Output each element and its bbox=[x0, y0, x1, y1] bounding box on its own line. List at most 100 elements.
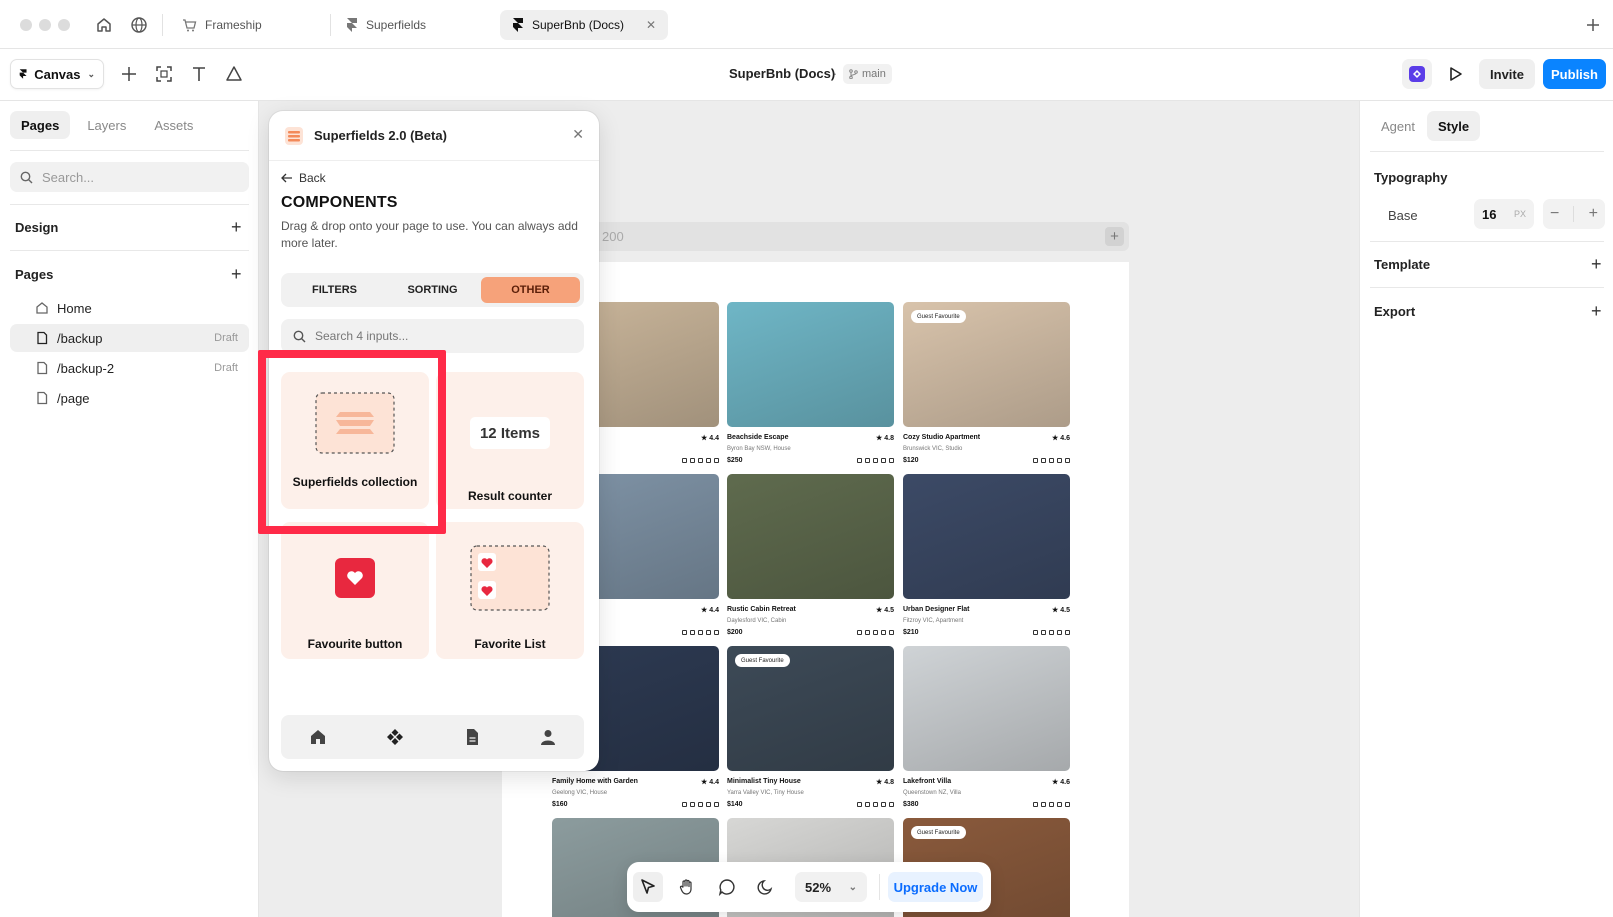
tab-style[interactable]: Style bbox=[1427, 111, 1481, 141]
close-icon[interactable]: ✕ bbox=[572, 126, 584, 143]
window-zoom-dot[interactable] bbox=[58, 19, 70, 31]
components-search-input[interactable]: Search 4 inputs... bbox=[281, 319, 584, 353]
tab-assets[interactable]: Assets bbox=[143, 111, 204, 139]
page-item-backup-2[interactable]: /backup-2 Draft bbox=[10, 354, 249, 382]
plus-icon[interactable]: + bbox=[1589, 205, 1598, 223]
components-heading: COMPONENTS bbox=[281, 194, 398, 211]
tab-superfields[interactable]: Superfields bbox=[334, 10, 438, 40]
amenity-icon bbox=[698, 458, 703, 463]
framer-logo-icon bbox=[347, 18, 357, 32]
amenity-icon bbox=[865, 802, 870, 807]
listing-card[interactable]: Guest Favourite Cozy Studio Apartment ★ 4.… bbox=[903, 302, 1070, 465]
listing-card[interactable]: Lakefront Villa ★ 4.6 Queenstown NZ, Villa… bbox=[903, 646, 1070, 809]
invite-button[interactable]: Invite bbox=[1479, 59, 1535, 89]
right-panel: Agent Style Typography Base 16 PX − + Te… bbox=[1359, 101, 1613, 917]
listing-name: Urban Designer Flat bbox=[903, 606, 970, 613]
amenity-icon bbox=[1065, 630, 1070, 635]
amenity-icons bbox=[857, 458, 894, 463]
add-export-plus-icon[interactable]: + bbox=[1591, 302, 1602, 320]
plugin-app-icon[interactable] bbox=[1402, 59, 1432, 89]
new-tab-plus-icon[interactable] bbox=[1582, 14, 1604, 36]
typography-section-title: Typography bbox=[1374, 170, 1448, 185]
amenity-icons bbox=[857, 630, 894, 635]
amenity-icon bbox=[690, 802, 695, 807]
tab-frameship[interactable]: Frameship bbox=[170, 10, 274, 40]
add-template-plus-icon[interactable]: + bbox=[1591, 255, 1602, 273]
favorite-list-icon bbox=[470, 545, 550, 611]
page-item-page[interactable]: /page bbox=[10, 384, 249, 412]
branch-badge[interactable]: main bbox=[843, 64, 892, 84]
user-icon[interactable] bbox=[539, 728, 557, 746]
tab-superbnb-docs[interactable]: SuperBnb (Docs) ✕ bbox=[500, 10, 669, 40]
frame-tool-icon[interactable] bbox=[153, 63, 175, 85]
add-page-plus-icon[interactable]: + bbox=[231, 265, 242, 283]
amenity-icon bbox=[1057, 458, 1062, 463]
components-icon[interactable] bbox=[386, 728, 404, 746]
page-item-backup[interactable]: /backup Draft bbox=[10, 324, 249, 352]
select-cursor-icon[interactable] bbox=[633, 872, 663, 902]
globe-icon[interactable] bbox=[128, 14, 150, 36]
listing-card[interactable]: Beachside Escape ★ 4.8 Byron Bay NSW, Hous… bbox=[727, 302, 894, 465]
listing-location: Yarra Valley VIC, Tiny House bbox=[727, 790, 804, 796]
tab-label: Superfields bbox=[366, 18, 427, 32]
zoom-select[interactable]: 52% ⌄ bbox=[795, 872, 867, 902]
canvas-menu-button[interactable]: Canvas ⌄ bbox=[10, 59, 104, 89]
component-favourite-button[interactable]: Favourite button bbox=[281, 522, 429, 659]
divider bbox=[1370, 241, 1604, 242]
browser-tab-bar: Frameship Superfields SuperBnb (Docs) ✕ bbox=[0, 0, 1613, 49]
pages-section-title[interactable]: Pages bbox=[15, 267, 53, 282]
listing-rating: ★ 4.5 bbox=[876, 607, 894, 614]
listing-meta: Cozy Studio Apartment ★ 4.6 Brunswick VIC,… bbox=[903, 427, 1070, 465]
components-description: Drag & drop onto your page to use. You c… bbox=[281, 219, 578, 250]
listing-price: $140 bbox=[727, 801, 743, 808]
preview-play-icon[interactable] bbox=[1440, 59, 1470, 89]
amenity-icon bbox=[1065, 458, 1070, 463]
home-icon[interactable] bbox=[309, 728, 327, 746]
hand-pan-icon[interactable] bbox=[676, 876, 698, 898]
amenity-icon bbox=[1033, 458, 1038, 463]
listing-photo: Guest Favourite bbox=[903, 302, 1070, 427]
tab-agent[interactable]: Agent bbox=[1370, 111, 1426, 141]
breakpoint-label: 200 bbox=[602, 229, 624, 244]
component-favorite-list[interactable]: Favorite List bbox=[436, 522, 584, 659]
insert-plus-icon[interactable] bbox=[118, 63, 140, 85]
template-section-title[interactable]: Template bbox=[1374, 257, 1430, 272]
upgrade-now-button[interactable]: Upgrade Now bbox=[888, 872, 983, 902]
page-label: Home bbox=[57, 300, 92, 316]
add-breakpoint-plus-icon[interactable]: + bbox=[1105, 227, 1124, 246]
listing-card[interactable]: Urban Designer Flat ★ 4.5 Fitzroy VIC, Apa… bbox=[903, 474, 1070, 637]
window-minimize-dot[interactable] bbox=[39, 19, 51, 31]
export-section-title[interactable]: Export bbox=[1374, 304, 1415, 319]
pages-search-input[interactable]: Search... bbox=[10, 162, 249, 192]
left-panel: Pages Layers Assets Search... Design + P… bbox=[0, 101, 259, 917]
base-size-stepper[interactable]: − + bbox=[1543, 199, 1605, 229]
document-title[interactable]: SuperBnb (Docs) bbox=[729, 66, 835, 81]
back-button[interactable]: Back bbox=[281, 171, 326, 185]
component-result-counter[interactable]: 12 Items Result counter bbox=[436, 372, 584, 509]
amenity-icon bbox=[873, 630, 878, 635]
comment-icon[interactable] bbox=[716, 876, 738, 898]
tab-close-icon[interactable]: ✕ bbox=[646, 18, 656, 32]
segment-sorting[interactable]: SORTING bbox=[383, 277, 482, 303]
listing-card[interactable]: Rustic Cabin Retreat ★ 4.5 Daylesford VIC,… bbox=[727, 474, 894, 637]
minus-icon[interactable]: − bbox=[1550, 205, 1559, 223]
base-size-input[interactable]: 16 PX bbox=[1474, 199, 1534, 229]
listing-card[interactable]: Guest Favourite Minimalist Tiny House ★ 4.… bbox=[727, 646, 894, 809]
text-tool-icon[interactable] bbox=[188, 63, 210, 85]
page-item-home[interactable]: Home bbox=[10, 294, 249, 322]
dark-mode-moon-icon[interactable] bbox=[755, 876, 777, 898]
plugin-header: Superfields 2.0 (Beta) ✕ bbox=[269, 111, 599, 161]
listing-name: Minimalist Tiny House bbox=[727, 778, 801, 785]
add-design-plus-icon[interactable]: + bbox=[231, 218, 242, 236]
tab-pages[interactable]: Pages bbox=[10, 111, 71, 139]
segment-other[interactable]: OTHER bbox=[481, 277, 580, 303]
publish-button[interactable]: Publish bbox=[1543, 59, 1606, 89]
window-close-dot[interactable] bbox=[20, 19, 32, 31]
vector-tool-icon[interactable] bbox=[223, 63, 245, 85]
home-icon[interactable] bbox=[93, 14, 115, 36]
document-icon[interactable] bbox=[463, 728, 481, 746]
tab-layers[interactable]: Layers bbox=[76, 111, 137, 139]
segment-filters[interactable]: FILTERS bbox=[285, 277, 384, 303]
breakpoint-bar[interactable]: 200 + bbox=[592, 222, 1129, 251]
design-section-title[interactable]: Design bbox=[15, 220, 58, 235]
